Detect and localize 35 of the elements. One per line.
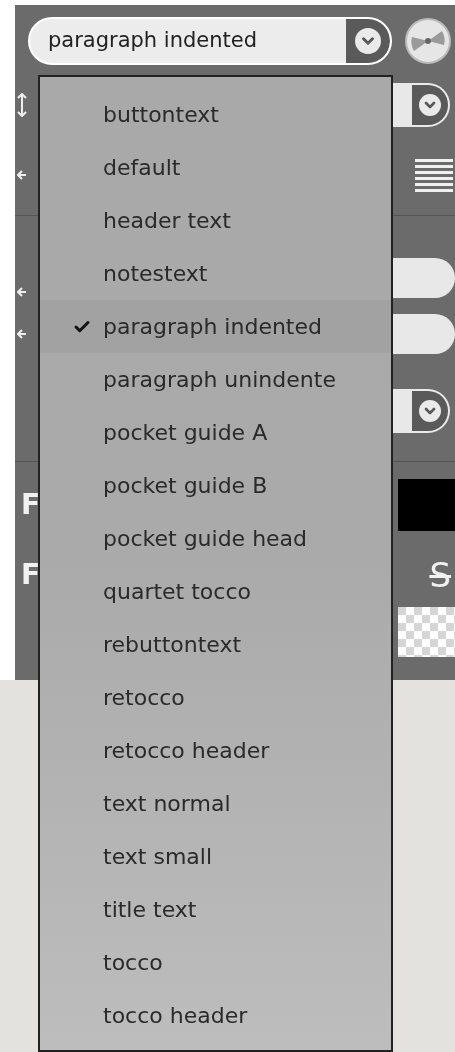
- indent-arrow-icon: [17, 169, 27, 181]
- chevron-down-icon: [419, 400, 441, 422]
- disc-icon: [404, 17, 452, 65]
- line-height-icon: [17, 93, 27, 117]
- style-menu-item[interactable]: rebuttontext: [40, 618, 391, 671]
- style-menu-item[interactable]: retocco header: [40, 724, 391, 777]
- style-menu-item[interactable]: tocco: [40, 936, 391, 989]
- font-family-glyph: F: [21, 486, 41, 523]
- style-menu-item[interactable]: buttontext: [40, 88, 391, 141]
- background-color-swatch[interactable]: [398, 607, 455, 657]
- style-menu-item[interactable]: pocket guide B: [40, 459, 391, 512]
- style-select-value: paragraph indented: [47, 27, 259, 55]
- font-size-glyph: F: [21, 556, 41, 593]
- style-menu-item[interactable]: text small: [40, 830, 391, 883]
- chevron-down-icon: [419, 94, 441, 116]
- style-menu-item[interactable]: paragraph indented: [40, 300, 391, 353]
- style-menu-item[interactable]: retocco: [40, 671, 391, 724]
- unit-dropdown-button[interactable]: [412, 83, 450, 127]
- strikethrough-button[interactable]: S: [429, 557, 451, 592]
- next-style-dropdown-button[interactable]: [412, 389, 450, 433]
- style-menu-item[interactable]: tocco header: [40, 989, 391, 1042]
- style-select[interactable]: paragraph indented: [28, 17, 392, 65]
- indent-arrow-icon: [17, 286, 27, 298]
- style-menu-item[interactable]: default: [40, 141, 391, 194]
- style-menu-item[interactable]: notestext: [40, 247, 391, 300]
- style-menu-item[interactable]: text normal: [40, 777, 391, 830]
- indent-arrow-icon: [17, 327, 27, 340]
- style-menu-item[interactable]: pocket guide A: [40, 406, 391, 459]
- style-menu-item[interactable]: quartet tocco: [40, 565, 391, 618]
- chevron-down-icon: [346, 19, 390, 63]
- style-menu-item[interactable]: pocket guide head: [40, 512, 391, 565]
- style-menu-item[interactable]: header text: [40, 194, 391, 247]
- style-menu-item[interactable]: title text: [40, 883, 391, 936]
- text-color-swatch[interactable]: [398, 478, 455, 531]
- style-menu-item[interactable]: paragraph unindente: [40, 353, 391, 406]
